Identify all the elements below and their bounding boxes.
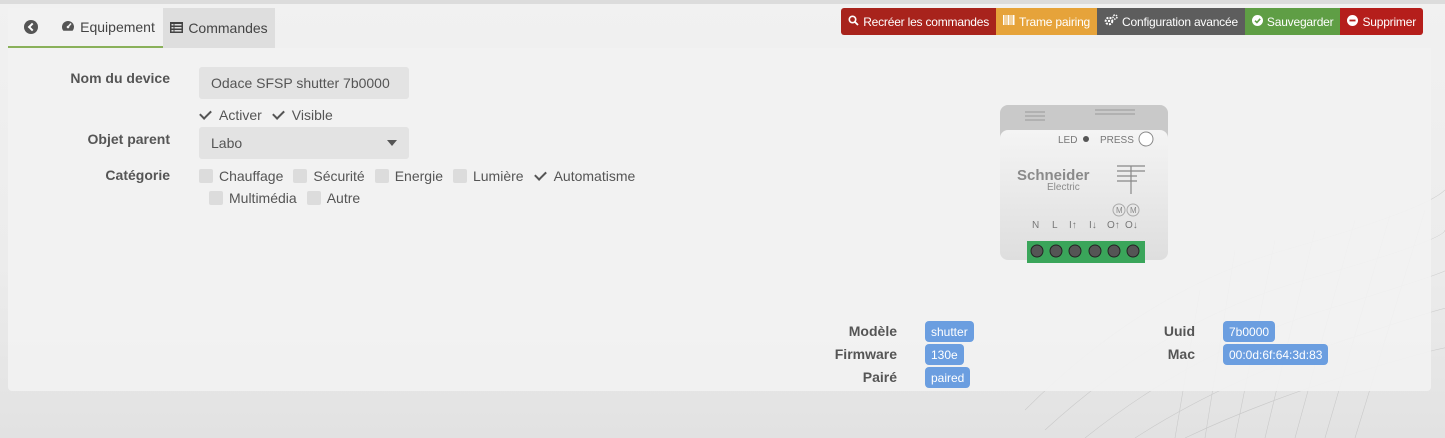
category-autre-label: Autre [326, 190, 361, 206]
save-label: Sauvegarder [1266, 14, 1334, 29]
recreate-commands-button[interactable]: Recréer les commandes [841, 8, 997, 35]
uuid-badge: 7b0000 [1223, 321, 1276, 342]
barcode-icon [1003, 15, 1015, 28]
checkbox-box [374, 169, 389, 183]
device-brand-sub-text: Electric [1047, 182, 1080, 193]
category-checkbox-securite[interactable]: Sécurité [293, 168, 365, 184]
checkbox-box [293, 169, 308, 183]
category-checkbox-autre[interactable]: Autre [306, 190, 361, 206]
terminal-label: I↑ [1069, 220, 1077, 231]
paired-label: Pairé [862, 369, 897, 385]
checkbox-check-icon [199, 108, 213, 122]
tab-bar: Equipement Commandes [8, 8, 275, 48]
device-name-label: Nom du device [70, 70, 170, 86]
category-chauffage-label: Chauffage [219, 168, 284, 184]
checkbox-box [209, 191, 223, 205]
model-badge: shutter [925, 321, 974, 342]
tab-equipement[interactable]: Equipement [53, 8, 163, 48]
mac-badge: 00:0d:6f:64:3d:83 [1223, 344, 1329, 365]
checkbox-check-icon [272, 108, 286, 122]
tab-commandes-label: Commandes [188, 20, 268, 36]
tab-equipement-label: Equipement [80, 19, 155, 35]
trame-pairing-label: Trame pairing [1019, 14, 1091, 29]
firmware-badge: 130e [925, 344, 964, 365]
top-border [0, 0, 1445, 4]
category-label: Catégorie [105, 167, 170, 183]
visible-label: Visible [291, 107, 333, 123]
visible-checkbox[interactable]: Visible [272, 107, 333, 123]
category-options: Chauffage Sécurité Energie Lumière Autom… [199, 168, 659, 206]
action-toolbar: Recréer les commandes Trame pairing Conf… [841, 8, 1423, 35]
paired-badge: paired [925, 367, 971, 388]
mac-label: Mac [1167, 346, 1195, 362]
cogs-icon [1104, 14, 1118, 29]
advanced-config-label: Configuration avancée [1122, 14, 1238, 29]
category-checkbox-automatisme[interactable]: Automatisme [534, 168, 636, 184]
back-button[interactable] [8, 8, 53, 48]
terminal-label: N [1032, 220, 1039, 231]
trame-pairing-button[interactable]: Trame pairing [996, 8, 1098, 35]
checkbox-box [306, 191, 321, 205]
category-lumiere-label: Lumière [472, 168, 524, 184]
category-checkbox-multimedia[interactable]: Multimédia [209, 190, 297, 206]
model-label: Modèle [848, 323, 897, 339]
parent-object-label: Objet parent [87, 131, 170, 147]
checkbox-check-icon [534, 169, 548, 183]
delete-label: Supprimer [1362, 14, 1416, 29]
category-checkbox-chauffage[interactable]: Chauffage [199, 168, 283, 184]
list-icon [170, 20, 184, 36]
category-multimedia-label: Multimédia [229, 190, 297, 206]
save-button[interactable]: Sauvegarder [1244, 8, 1341, 35]
terminal-label: L [1052, 220, 1058, 231]
device-image: LED PRESS Schneider Electric M M N L I↑ … [1000, 105, 1168, 263]
category-checkbox-lumiere[interactable]: Lumière [452, 168, 524, 184]
advanced-config-button[interactable]: Configuration avancée [1097, 8, 1245, 35]
visibility-options: Activer Visible [199, 107, 343, 123]
device-press-text: PRESS [1100, 135, 1134, 146]
delete-button[interactable]: Supprimer [1340, 8, 1423, 35]
firmware-label: Firmware [834, 346, 897, 362]
check-circle-icon [1251, 14, 1263, 29]
device-led-text: LED [1058, 135, 1077, 146]
category-automatisme-label: Automatisme [553, 168, 636, 184]
terminal-label: O↑ [1107, 220, 1120, 231]
dashboard-icon [61, 19, 75, 35]
category-securite-label: Sécurité [313, 168, 365, 184]
parent-object-select[interactable]: Labo [199, 127, 409, 159]
uuid-label: Uuid [1163, 323, 1195, 339]
minus-circle-icon [1347, 14, 1359, 29]
category-checkbox-energie[interactable]: Energie [374, 168, 443, 184]
device-name-input[interactable]: Odace SFSP shutter 7b0000 [199, 67, 409, 99]
terminal-label: I↓ [1089, 220, 1097, 231]
tab-commandes[interactable]: Commandes [163, 8, 275, 48]
arrow-circle-left-icon [23, 20, 38, 34]
chevron-down-icon [387, 140, 397, 146]
checkbox-box [452, 169, 467, 183]
search-icon [848, 14, 859, 29]
recreate-commands-label: Recréer les commandes [863, 14, 990, 29]
device-motor-text-2: M [1130, 206, 1137, 215]
terminal-label: O↓ [1125, 220, 1138, 231]
checkbox-box [199, 169, 213, 183]
activate-label: Activer [219, 107, 262, 123]
category-energie-label: Energie [394, 168, 443, 184]
device-panel [8, 48, 1431, 391]
activate-checkbox[interactable]: Activer [199, 107, 262, 123]
parent-object-value: Labo [211, 135, 243, 151]
device-motor-text-1: M [1116, 206, 1123, 215]
